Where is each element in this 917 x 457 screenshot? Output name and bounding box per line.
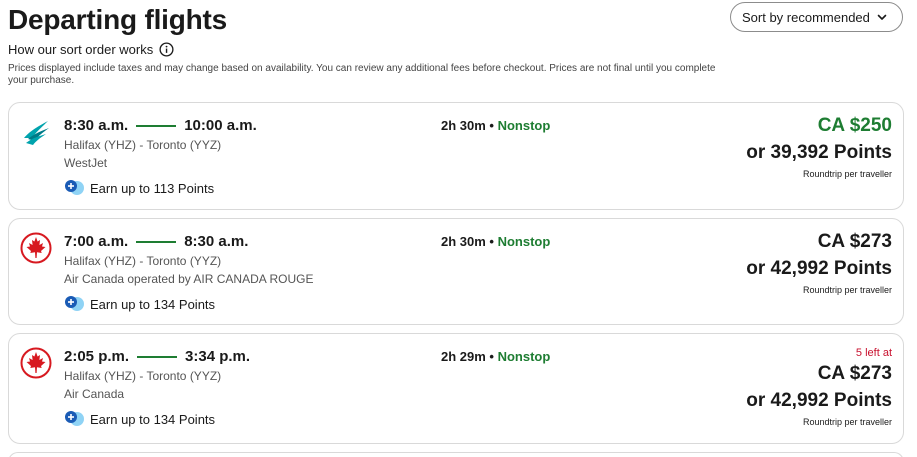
points-earn: Earn up to 134 Points bbox=[64, 295, 215, 313]
flight-line bbox=[136, 124, 177, 127]
price-block: CA $273 or 42,992 Points Roundtrip per t… bbox=[746, 231, 892, 295]
price-block: 5 left at CA $273 or 42,992 Points Round… bbox=[746, 347, 892, 427]
points-plus-icon bbox=[65, 296, 84, 311]
points-earn: Earn up to 113 Points bbox=[64, 179, 214, 197]
flight-card[interactable]: 7:00 a.m. 8:30 a.m. Halifax (YHZ) - Toro… bbox=[8, 218, 904, 325]
flight-route: Halifax (YHZ) - Toronto (YYZ) bbox=[64, 138, 222, 152]
price: CA $273 bbox=[817, 231, 892, 252]
duration-value: 2h 29m bbox=[441, 349, 486, 364]
flight-card[interactable] bbox=[8, 452, 904, 457]
depart-time: 8:30 a.m. bbox=[64, 117, 129, 134]
air-canada-logo-icon bbox=[20, 232, 52, 264]
price: CA $250 bbox=[817, 115, 892, 136]
air-canada-logo-icon bbox=[20, 347, 52, 379]
seats-left-badge: 5 left at bbox=[855, 347, 892, 359]
price-note: Roundtrip per traveller bbox=[802, 417, 892, 427]
stops-label: Nonstop bbox=[497, 349, 551, 364]
airline-name: WestJet bbox=[64, 156, 108, 170]
airline-name: Air Canada bbox=[64, 387, 125, 401]
price-disclaimer: Prices displayed include taxes and may c… bbox=[8, 63, 716, 86]
stops-label: Nonstop bbox=[497, 234, 551, 249]
arrive-time: 10:00 a.m. bbox=[184, 117, 257, 134]
flight-duration: 2h 29m • Nonstop bbox=[441, 349, 551, 364]
flight-times: 7:00 a.m. 8:30 a.m. bbox=[64, 233, 248, 250]
flight-route: Halifax (YHZ) - Toronto (YYZ) bbox=[64, 254, 222, 268]
page-title: Departing flights bbox=[8, 4, 228, 35]
flight-times: 2:05 p.m. 3:34 p.m. bbox=[64, 348, 250, 365]
flight-duration: 2h 30m • Nonstop bbox=[441, 118, 551, 133]
westjet-logo-icon bbox=[24, 121, 49, 145]
flight-times: 8:30 a.m. 10:00 a.m. bbox=[64, 117, 257, 134]
price-points: or 42,992 Points bbox=[746, 390, 892, 411]
points-earn: Earn up to 134 Points bbox=[64, 410, 215, 428]
price-note: Roundtrip per traveller bbox=[802, 169, 892, 179]
price: CA $273 bbox=[817, 363, 892, 384]
sort-info-link[interactable]: How our sort order works bbox=[8, 42, 174, 57]
sort-dropdown[interactable]: Sort by recommended bbox=[730, 2, 903, 32]
flight-duration: 2h 30m • Nonstop bbox=[441, 234, 551, 249]
depart-time: 2:05 p.m. bbox=[64, 348, 130, 365]
flight-line bbox=[137, 355, 178, 358]
flight-card[interactable]: 2:05 p.m. 3:34 p.m. Halifax (YHZ) - Toro… bbox=[8, 333, 904, 444]
price-note: Roundtrip per traveller bbox=[802, 285, 892, 295]
points-earn-label: Earn up to 134 Points bbox=[90, 296, 216, 312]
points-earn-label: Earn up to 134 Points bbox=[90, 411, 216, 427]
stops-label: Nonstop bbox=[497, 118, 551, 133]
points-earn-label: Earn up to 113 Points bbox=[90, 180, 215, 196]
flight-line bbox=[136, 240, 177, 243]
arrive-time: 8:30 a.m. bbox=[184, 233, 249, 250]
flight-route: Halifax (YHZ) - Toronto (YYZ) bbox=[64, 369, 222, 383]
duration-value: 2h 30m bbox=[441, 118, 486, 133]
duration-value: 2h 30m bbox=[441, 234, 486, 249]
depart-time: 7:00 a.m. bbox=[64, 233, 129, 250]
info-icon bbox=[159, 42, 174, 57]
price-points: or 42,992 Points bbox=[746, 258, 892, 279]
points-plus-icon bbox=[65, 180, 84, 195]
points-plus-icon bbox=[65, 411, 84, 426]
price-block: CA $250 or 39,392 Points Roundtrip per t… bbox=[746, 115, 892, 179]
flight-card[interactable]: 8:30 a.m. 10:00 a.m. Halifax (YHZ) - Tor… bbox=[8, 102, 904, 210]
arrive-time: 3:34 p.m. bbox=[185, 348, 251, 365]
sort-dropdown-label: Sort by recommended bbox=[742, 9, 870, 25]
sort-info-label: How our sort order works bbox=[8, 42, 154, 57]
price-points: or 39,392 Points bbox=[746, 142, 892, 163]
airline-name: Air Canada operated by AIR CANADA ROUGE bbox=[64, 272, 314, 286]
chevron-down-icon bbox=[877, 14, 887, 20]
